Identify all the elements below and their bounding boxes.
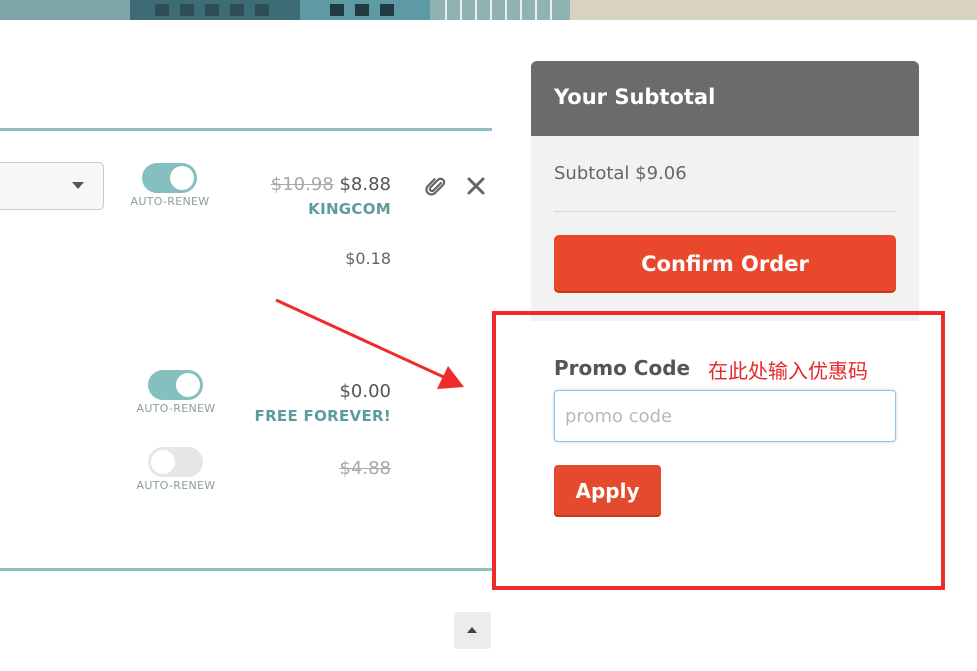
auto-renew-toggle-3[interactable] [148, 447, 203, 477]
promo-annotation-text: 在此处输入优惠码 [708, 359, 868, 383]
subtotal-header: Your Subtotal [531, 61, 919, 136]
subtotal-title: Your Subtotal [554, 85, 716, 109]
chevron-up-icon [467, 627, 477, 633]
promo-highlight-box [492, 311, 945, 590]
paperclip-icon[interactable] [424, 175, 448, 199]
auto-renew-label-2: AUTO-RENEW [136, 402, 216, 415]
free-forever-tag: FREE FOREVER! [254, 407, 391, 425]
extra-price-1: $0.18 [345, 249, 391, 268]
original-price-3: $4.88 [339, 458, 391, 479]
promo-code-label: Promo Code [554, 356, 691, 380]
current-price-2: $0.00 [339, 381, 391, 402]
header-banner-image [0, 0, 977, 20]
subtotal-amount: Subtotal $9.06 [554, 163, 687, 184]
subtotal-panel: Your Subtotal Subtotal $9.06 Confirm Ord… [531, 61, 919, 321]
apply-promo-button[interactable]: Apply [554, 465, 661, 517]
scroll-to-top-button[interactable] [454, 612, 491, 649]
auto-renew-toggle-1[interactable] [142, 163, 197, 193]
auto-renew-label-1: AUTO-RENEW [130, 195, 210, 208]
original-price-3-wrap: $4.88 [250, 458, 391, 479]
original-price-1: $10.98 [270, 174, 334, 195]
term-select[interactable] [0, 162, 104, 210]
close-icon[interactable] [465, 175, 489, 199]
price-row-1: $10.98 $8.88 [250, 174, 391, 195]
subtotal-divider [554, 211, 896, 212]
cart-top-divider [0, 128, 492, 131]
confirm-order-button[interactable]: Confirm Order [554, 235, 896, 293]
promo-code-input[interactable] [554, 390, 896, 442]
current-price-1: $8.88 [339, 174, 391, 195]
cart-bottom-divider [0, 568, 492, 571]
auto-renew-toggle-2[interactable] [148, 370, 203, 400]
chevron-down-icon [72, 182, 84, 189]
auto-renew-label-3: AUTO-RENEW [136, 479, 216, 492]
promo-applied-tag-1: KINGCOM [308, 200, 391, 218]
